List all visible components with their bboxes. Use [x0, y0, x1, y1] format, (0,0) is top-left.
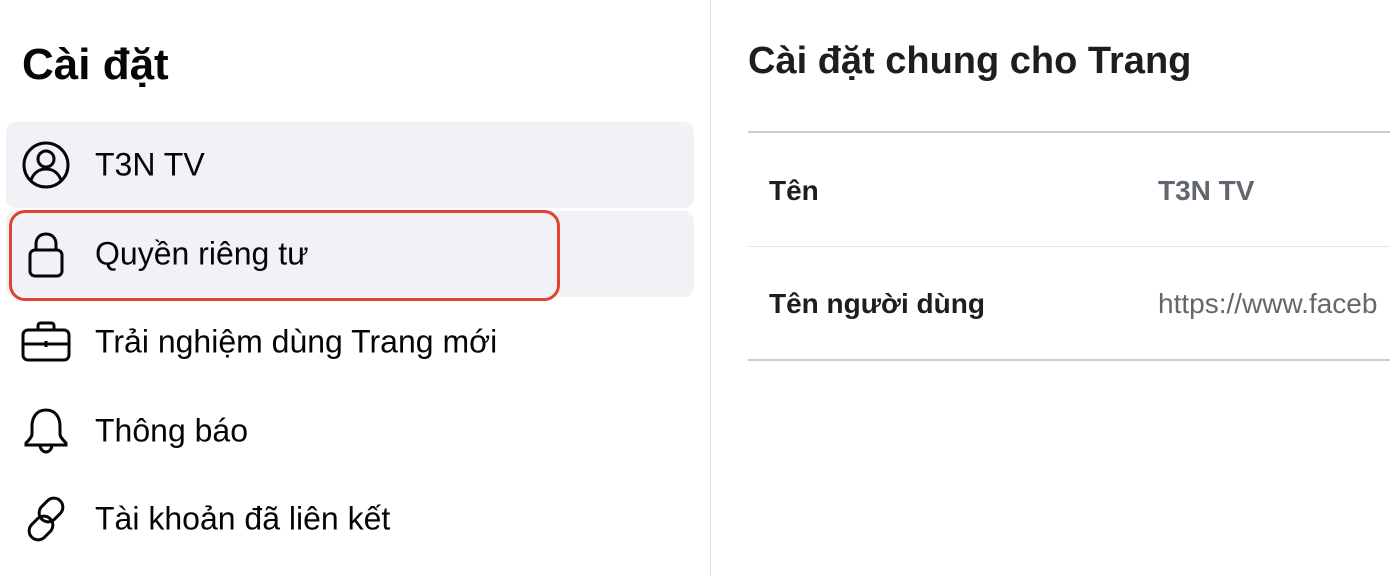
sidebar-item-linked-accounts[interactable]: Tài khoản đã liên kết	[6, 476, 694, 562]
lock-icon	[20, 228, 72, 280]
bell-icon	[20, 405, 72, 457]
sidebar-item-label: Quyền riêng tư	[95, 235, 309, 272]
sidebar-item-label: Trải nghiệm dùng Trang mới	[95, 323, 498, 360]
sidebar-item-new-pages-experience[interactable]: Trải nghiệm dùng Trang mới	[6, 299, 694, 385]
link-icon	[20, 493, 72, 545]
row-divider	[748, 246, 1390, 247]
section-divider-bottom	[748, 359, 1390, 361]
setting-label-name: Tên	[769, 175, 819, 206]
setting-value-name[interactable]: T3N TV	[1158, 175, 1254, 207]
sidebar-item-label: Thông báo	[95, 412, 249, 449]
profile-icon	[20, 139, 72, 191]
section-divider	[748, 131, 1390, 133]
setting-value-username[interactable]: https://www.faceb	[1158, 288, 1377, 320]
sidebar-item-notifications[interactable]: Thông báo	[6, 388, 694, 474]
general-settings-panel: Cài đặt chung cho Trang Tên T3N TV Tên n…	[711, 0, 1390, 576]
sidebar-item-profile[interactable]: T3N TV	[6, 122, 694, 208]
page-title: Cài đặt chung cho Trang	[748, 40, 1192, 82]
sidebar-item-label: T3N TV	[95, 146, 205, 183]
settings-sidebar: Cài đặt T3N TV Quyền riêng tư Trải nghiệ…	[0, 0, 710, 576]
sidebar-item-privacy[interactable]: Quyền riêng tư	[6, 211, 694, 297]
sidebar-item-label: Tài khoản đã liên kết	[95, 500, 391, 537]
sidebar-title: Cài đặt	[22, 40, 169, 89]
briefcase-icon	[20, 316, 72, 368]
settings-page: Cài đặt T3N TV Quyền riêng tư Trải nghiệ…	[0, 0, 1390, 576]
setting-label-username: Tên người dùng	[769, 288, 985, 319]
